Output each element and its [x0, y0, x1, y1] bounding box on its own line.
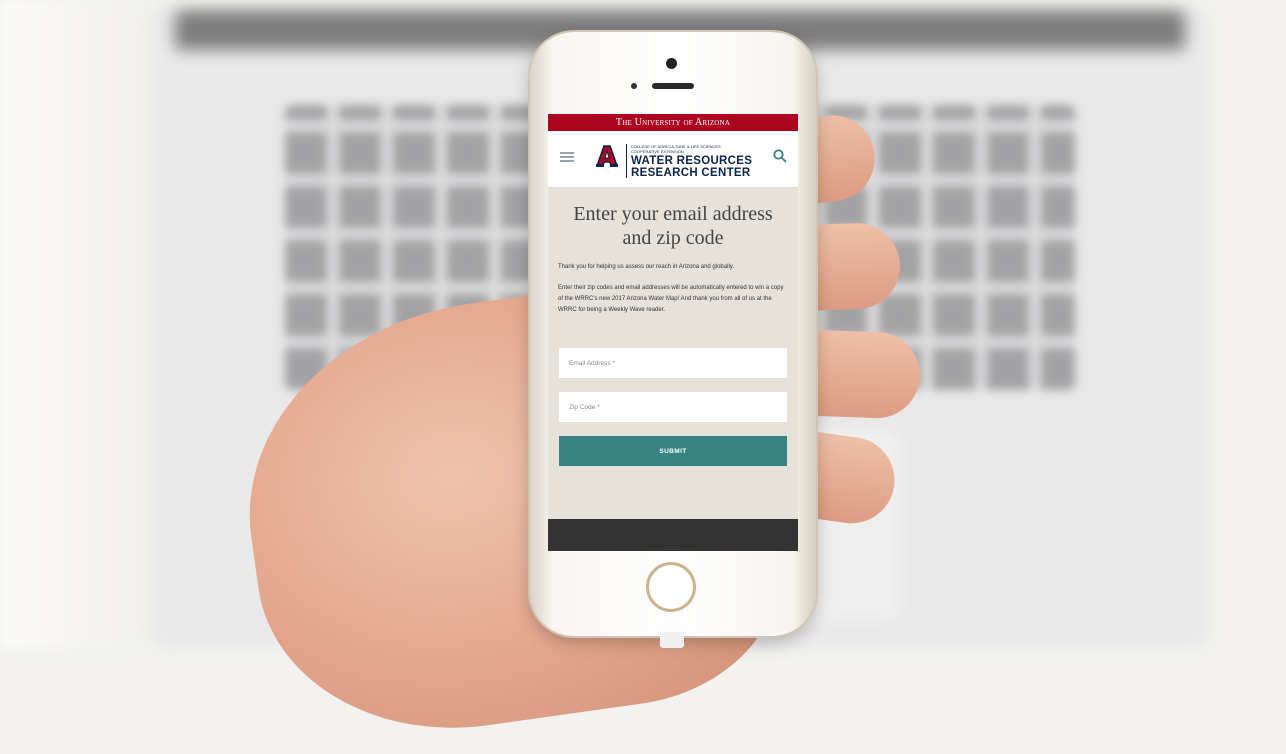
logo-divider [626, 144, 627, 178]
charging-cable [660, 632, 684, 648]
proximity-sensor [631, 83, 637, 89]
front-camera [666, 58, 677, 69]
zip-code-field[interactable] [559, 392, 787, 422]
university-bar[interactable]: The University of Arizona [548, 114, 798, 131]
logo-title[interactable]: WATER RESOURCES RESEARCH CENTER [631, 155, 761, 179]
submit-button[interactable]: SUBMIT [559, 436, 787, 466]
search-icon[interactable] [772, 148, 788, 164]
email-field[interactable] [559, 348, 787, 378]
phone-screen: The University of Arizona College of Agr… [548, 114, 798, 551]
block-a-logo-icon[interactable] [596, 144, 618, 168]
site-footer [548, 519, 798, 551]
hamburger-menu-icon[interactable] [560, 152, 574, 162]
logo-subtitle: College of Agriculture & Life Sciences C… [631, 144, 721, 154]
form-content: Enter your email address and zip code Th… [548, 188, 798, 466]
logo-title-line-1: WATER RESOURCES [631, 155, 753, 167]
earpiece-speaker [652, 83, 694, 89]
intro-text: Thank you for helping us assess our reac… [558, 264, 734, 270]
logo-title-line-2: RESEARCH CENTER [631, 167, 751, 179]
page-title: Enter your email address and zip code [573, 203, 773, 249]
details-text: Enter their zip codes and email addresse… [558, 285, 784, 313]
home-button [646, 562, 696, 612]
site-header: College of Agriculture & Life Sciences C… [548, 131, 798, 188]
